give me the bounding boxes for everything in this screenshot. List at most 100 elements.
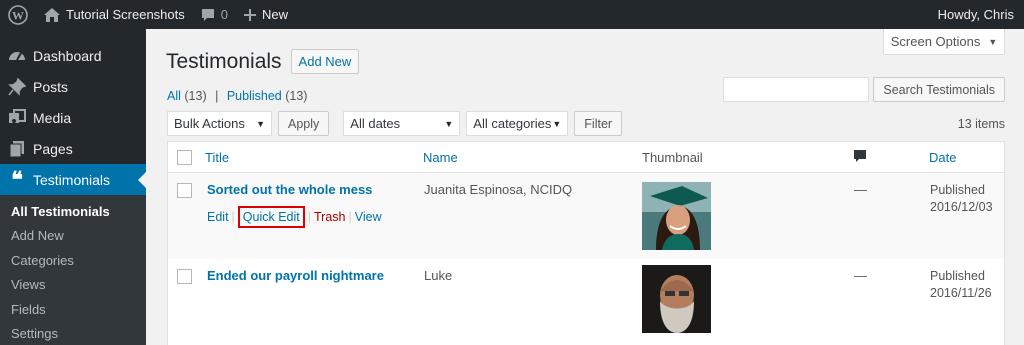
submenu-categories[interactable]: Categories: [0, 248, 146, 273]
dates-select[interactable]: All dates ▼: [343, 111, 461, 136]
wordpress-logo-icon[interactable]: W: [0, 0, 36, 29]
filter-all-count: (13): [184, 89, 207, 103]
dates-value: All dates: [350, 116, 401, 131]
items-count: 13 items: [957, 117, 1005, 131]
filter-published-count: (13): [285, 89, 308, 103]
new-label: New: [261, 7, 288, 22]
pages-icon: [8, 140, 26, 158]
name-cell: Juanita Espinosa, NCIDQ: [424, 182, 573, 197]
action-separator: |: [231, 210, 235, 224]
comments-link[interactable]: 0: [193, 0, 236, 29]
add-new-button[interactable]: Add New: [290, 49, 360, 74]
sidebar-item-pages[interactable]: Pages: [0, 133, 146, 164]
tablenav-top: Bulk Actions ▼ Apply All dates ▼ All cat…: [167, 111, 628, 136]
action-separator: |: [348, 210, 352, 224]
site-name-link[interactable]: Tutorial Screenshots: [36, 0, 193, 29]
site-name-label: Tutorial Screenshots: [66, 7, 185, 22]
select-arrow-icon: ▼: [444, 118, 454, 129]
select-arrow-icon: ▼: [552, 118, 562, 129]
date-cell: Published 2016/12/03: [930, 182, 993, 216]
post-status: Published: [930, 269, 985, 283]
thumbnail-image: [642, 182, 711, 250]
user-greeting[interactable]: Howdy, Chris: [930, 0, 1024, 29]
testimonials-table: Title Name Thumbnail Date Sorted out the…: [167, 141, 1005, 345]
submenu-settings[interactable]: Settings: [0, 322, 146, 345]
column-thumbnail: Thumbnail: [642, 150, 703, 165]
post-date: 2016/11/26: [930, 286, 992, 300]
row-checkbox[interactable]: [177, 269, 192, 284]
caret-down-icon: ▼: [988, 36, 998, 47]
sidebar-item-testimonials[interactable]: ❝ Testimonials: [0, 164, 146, 195]
search-testimonials-button[interactable]: Search Testimonials: [873, 77, 1005, 102]
comment-count-cell: —: [854, 268, 867, 283]
screen-options-label: Screen Options: [890, 34, 981, 49]
sidebar-item-label: Posts: [33, 78, 69, 95]
admin-sidebar: Dashboard Posts Media Pages ❝ Testimonia…: [0, 29, 146, 345]
submenu-all-testimonials[interactable]: All Testimonials: [0, 199, 146, 224]
quote-icon: ❝: [11, 166, 23, 192]
home-icon: [44, 7, 60, 22]
table-row: Sorted out the whole mess Edit | Quick E…: [168, 173, 1004, 259]
quick-edit-link[interactable]: Quick Edit: [237, 206, 305, 228]
dashboard-icon: [8, 47, 26, 65]
post-status: Published: [930, 183, 985, 197]
sidebar-item-posts[interactable]: Posts: [0, 71, 146, 102]
row-checkbox[interactable]: [177, 183, 192, 198]
sort-title-link[interactable]: Title: [205, 150, 229, 165]
column-name: Name: [423, 150, 458, 165]
select-arrow-icon: ▼: [256, 118, 265, 129]
edit-link[interactable]: Edit: [207, 210, 229, 224]
title-cell: Sorted out the whole mess Edit | Quick E…: [207, 182, 382, 228]
page-title: Testimonials: [166, 49, 282, 73]
row-title-link[interactable]: Sorted out the whole mess: [207, 182, 382, 197]
admin-bar: W Tutorial Screenshots 0 New Howdy, Chri…: [0, 0, 1024, 29]
column-date: Date: [929, 150, 956, 165]
sidebar-item-label: Media: [33, 109, 72, 126]
plus-icon: [243, 8, 256, 21]
bulk-actions-select[interactable]: Bulk Actions ▼: [167, 111, 272, 136]
search-box: Search Testimonials: [723, 77, 1005, 102]
filter-all-link[interactable]: All: [167, 89, 181, 103]
submenu-views[interactable]: Views: [0, 273, 146, 298]
sidebar-item-dashboard[interactable]: Dashboard: [0, 40, 146, 71]
post-date: 2016/12/03: [930, 200, 993, 214]
date-cell: Published 2016/11/26: [930, 268, 992, 302]
select-all-checkbox[interactable]: [177, 150, 192, 165]
row-actions: Edit | Quick Edit | Trash | View: [207, 206, 382, 228]
screen-options-button[interactable]: Screen Options ▼: [883, 29, 1005, 55]
bulk-actions-value: Bulk Actions: [174, 116, 245, 131]
categories-value: All categories: [473, 116, 552, 131]
search-input[interactable]: [723, 77, 870, 102]
categories-select[interactable]: All categories ▼: [466, 111, 569, 136]
filter-separator: |: [215, 89, 219, 103]
trash-link[interactable]: Trash: [314, 210, 346, 224]
page-heading: Testimonials Add New: [166, 49, 360, 74]
comment-count-cell: —: [854, 182, 867, 197]
new-content-link[interactable]: New: [236, 0, 296, 29]
comments-count: 0: [220, 7, 228, 22]
status-filters: All (13) | Published (13): [167, 89, 307, 103]
submenu-add-new[interactable]: Add New: [0, 224, 146, 249]
testimonials-submenu: All Testimonials Add New Categories View…: [0, 195, 146, 345]
column-title: Title: [205, 150, 229, 165]
table-row: Ended our payroll nightmare Luke — Publi…: [168, 259, 1004, 345]
sidebar-item-label: Testimonials: [33, 171, 111, 188]
filter-published-link[interactable]: Published: [227, 89, 282, 103]
sort-date-link[interactable]: Date: [929, 150, 956, 165]
row-title-link[interactable]: Ended our payroll nightmare: [207, 268, 384, 283]
name-cell: Luke: [424, 268, 453, 283]
action-separator: |: [307, 210, 312, 224]
submenu-fields[interactable]: Fields: [0, 297, 146, 322]
svg-text:W: W: [12, 8, 24, 22]
title-cell: Ended our payroll nightmare: [207, 268, 384, 283]
view-link[interactable]: View: [355, 210, 382, 224]
comment-bubble-icon: [201, 8, 214, 21]
filter-button[interactable]: Filter: [574, 111, 623, 136]
apply-button[interactable]: Apply: [278, 111, 330, 136]
media-icon: [8, 108, 26, 127]
comments-column-icon: [853, 149, 867, 166]
thumbnail-image: [642, 265, 711, 333]
sidebar-item-media[interactable]: Media: [0, 102, 146, 133]
main-content: Screen Options ▼ Testimonials Add New Al…: [146, 29, 1024, 345]
sort-name-link[interactable]: Name: [423, 150, 458, 165]
